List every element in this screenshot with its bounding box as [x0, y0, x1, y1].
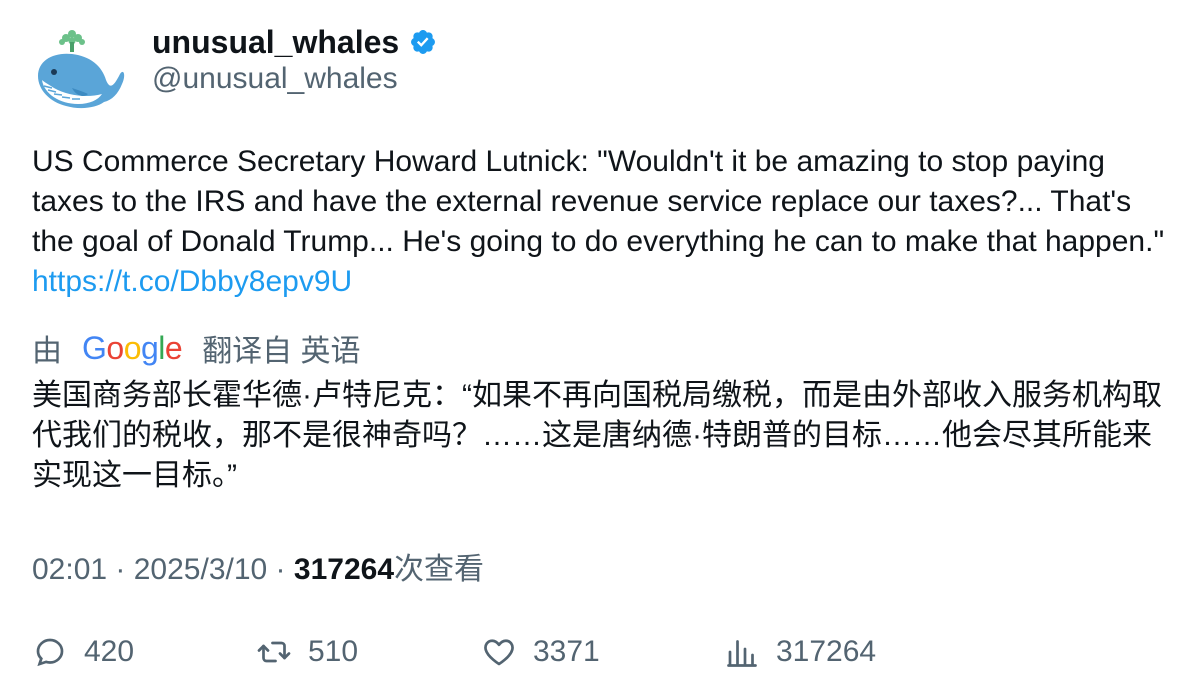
reply-button[interactable]: 420	[32, 628, 134, 676]
tweet-meta: 02:01 · 2025/3/10 · 317264次查看	[32, 544, 484, 588]
translation-prefix: 由	[32, 335, 62, 368]
translated-text: 美国商务部长霍华德·卢特尼克：“如果不再向国税局缴税，而是由外部收入服务机构取代…	[32, 379, 1162, 492]
avatar[interactable]	[32, 24, 128, 120]
retweet-button[interactable]: 510	[256, 628, 358, 676]
like-count: 3371	[533, 635, 600, 668]
tweet-date[interactable]: 2025/3/10	[134, 553, 267, 586]
tweet-body: US Commerce Secretary Howard Lutnick: "W…	[32, 145, 1165, 258]
translation-attribution: 由 Google 翻译自 英语	[32, 326, 361, 370]
author-name-row: unusual_whales	[152, 22, 437, 62]
heart-icon	[484, 639, 514, 666]
views-label: 次查看	[394, 553, 484, 586]
whale-avatar-icon	[38, 30, 125, 109]
retweet-count: 510	[308, 635, 359, 668]
meta-separator: ·	[107, 553, 134, 586]
tweet-link[interactable]: https://t.co/Dbby8epv9U	[32, 265, 352, 298]
reply-icon	[36, 638, 64, 667]
retweet-icon	[257, 641, 291, 663]
google-logo: Google	[82, 329, 183, 366]
analytics-bar-icon	[727, 640, 757, 667]
like-button[interactable]: 3371	[481, 628, 600, 676]
tweet-time[interactable]: 02:01	[32, 553, 107, 586]
meta-separator-2: ·	[267, 553, 294, 586]
author-display-name[interactable]: unusual_whales	[152, 24, 399, 61]
views-action-count: 317264	[776, 635, 877, 668]
views-button[interactable]: 317264	[724, 628, 876, 676]
action-bar: 420 510 3371 317264	[32, 628, 1132, 676]
author-handle[interactable]: @unusual_whales	[152, 62, 398, 96]
translation-suffix[interactable]: 翻译自 英语	[202, 326, 360, 370]
verified-badge-icon	[409, 28, 437, 56]
views-count: 317264	[293, 553, 394, 586]
tweet-text: US Commerce Secretary Howard Lutnick: "W…	[32, 142, 1168, 302]
reply-count: 420	[84, 635, 135, 668]
